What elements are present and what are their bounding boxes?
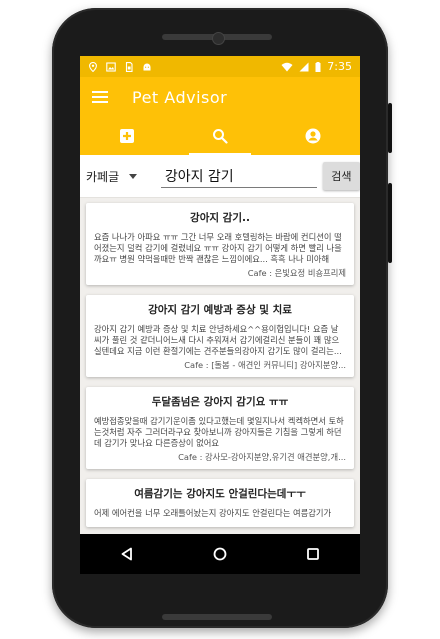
result-cafe: Cafe : 강사모-강아지분양,유기견 애견분양,개...: [178, 452, 346, 462]
app-bar: Pet Advisor: [80, 77, 360, 117]
result-title: 여름감기는 강아지도 안걸린다는데ㅜㅜ: [134, 488, 306, 500]
volume-button: [388, 183, 392, 263]
search-icon: [212, 129, 228, 144]
dropdown-caret-icon: [129, 173, 138, 179]
location-icon: [89, 61, 97, 72]
status-time: 7:35: [327, 60, 352, 73]
account-icon: [305, 128, 321, 144]
result-card[interactable]: 두달좀넘은 강아지 감기요 ㅠㅠ 예방접종맞을때 감기기운이좀 있다고했는데 몇…: [86, 387, 354, 469]
back-icon: [121, 547, 132, 561]
result-card[interactable]: 강아지 감기 예방과 증상 및 치료 강아지 감기 예방과 증상 및 치료 안녕…: [86, 295, 354, 377]
result-card[interactable]: 여름감기는 강아지도 안걸린다는데ㅜㅜ 어제 에어컨을 너무 오래틀어놨는지 강…: [86, 479, 354, 527]
recents-icon: [307, 548, 320, 560]
add-box-icon: [119, 129, 134, 143]
screen: 7:35 Pet Advisor 카페글 강아지 감기 검색 강아지 감기.. …: [80, 56, 360, 574]
battery-icon: [315, 61, 321, 72]
result-cafe: Cafe : [돌봄 - 애견인 커뮤니티] 강아지분양...: [184, 360, 346, 370]
bottom-speaker: [162, 614, 272, 620]
result-body: 예방접종맞을때 감기기운이좀 있다고했는데 몇일지나서 켁켁하면서 토하는것처럼…: [94, 416, 344, 448]
nav-recents[interactable]: [293, 538, 333, 570]
result-card[interactable]: 강아지 감기.. 요즘 나나가 아파요 ㅠㅠ 그간 너무 오래 호텔링하는 바람…: [86, 203, 354, 285]
result-body: 요즘 나나가 아파요 ㅠㅠ 그간 너무 오래 호텔링하는 바람에 컨디션이 떨어…: [94, 232, 342, 264]
result-cafe: Cafe : 은빛요정 비숑프리제: [247, 268, 346, 278]
signal-icon: [299, 62, 309, 71]
result-title: 강아지 감기..: [190, 212, 250, 224]
sim-card-icon: [125, 61, 133, 72]
tab-account[interactable]: [267, 117, 360, 155]
system-nav-bar: [80, 534, 360, 574]
wifi-icon: [281, 62, 293, 71]
category-select-value: 카페글: [86, 169, 120, 184]
app-title: Pet Advisor: [132, 87, 228, 107]
nav-back[interactable]: [107, 538, 147, 570]
tab-search[interactable]: [173, 117, 266, 155]
status-bar: 7:35: [80, 56, 360, 77]
result-title: 강아지 감기 예방과 증상 및 치료: [148, 304, 292, 316]
home-icon: [213, 547, 227, 561]
front-camera: [212, 32, 225, 45]
nav-home[interactable]: [200, 538, 240, 570]
image-icon: [106, 61, 116, 72]
hamburger-icon[interactable]: [92, 88, 108, 106]
search-row: 카페글 검색: [80, 155, 360, 198]
power-button: [388, 103, 392, 153]
results-list: 강아지 감기.. 요즘 나나가 아파요 ㅠㅠ 그간 너무 오래 호텔링하는 바람…: [80, 198, 360, 527]
result-title: 두달좀넘은 강아지 감기요 ㅠㅠ: [151, 396, 289, 408]
tab-bar: [80, 117, 360, 155]
search-button[interactable]: 검색: [322, 162, 360, 190]
category-select[interactable]: 카페글: [80, 168, 155, 185]
search-input[interactable]: [160, 164, 317, 188]
result-body: 어제 에어컨을 너무 오래틀어놨는지 강아지도 안걸린다는 여름감기가: [94, 508, 332, 518]
result-body: 강아지 감기 예방과 증상 및 치료 안녕하세요^^용이헙입니다! 요즘 날씨가…: [94, 324, 342, 356]
android-icon: [143, 63, 151, 70]
tab-add[interactable]: [80, 117, 173, 155]
